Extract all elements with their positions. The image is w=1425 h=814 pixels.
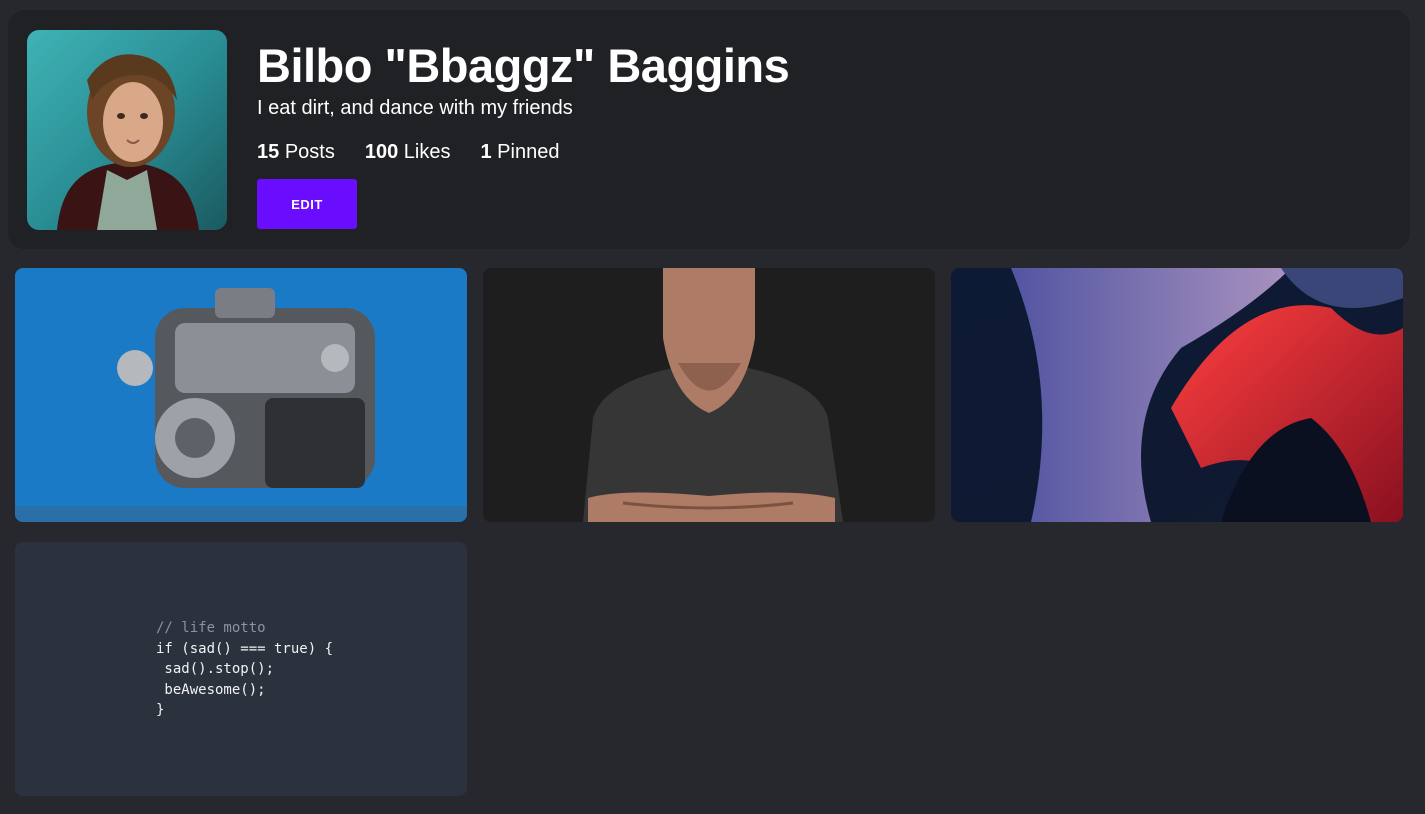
code-line: sad().stop();: [156, 661, 275, 677]
code-line: }: [156, 702, 165, 718]
stat-pinned: 1 Pinned: [480, 141, 559, 164]
stat-posts: 15 Posts: [257, 141, 335, 164]
stat-likes: 100 Likes: [365, 141, 451, 164]
edit-profile-button[interactable]: EDIT: [257, 179, 357, 229]
stat-pinned-count: 1: [480, 141, 492, 163]
post-card-person-illustration[interactable]: [483, 268, 935, 522]
stat-posts-label: Posts: [284, 141, 335, 163]
code-snippet: // life motto if (sad() === true) { sad()…: [156, 618, 333, 721]
stat-pinned-label: Pinned: [497, 141, 560, 163]
profile-header: Bilbo "Bbaggz" Baggins I eat dirt, and d…: [8, 10, 1410, 249]
post-card-abstract-art[interactable]: [951, 268, 1403, 522]
code-line: if (sad() === true) {: [156, 640, 334, 657]
profile-stats: 15 Posts 100 Likes 1 Pinned: [257, 141, 589, 164]
profile-bio: I eat dirt, and dance with my friends: [257, 97, 573, 119]
post-card-engine[interactable]: [15, 268, 467, 522]
stat-likes-count: 100: [364, 141, 399, 163]
code-line: // life motto: [156, 620, 266, 636]
stat-posts-count: 15: [257, 141, 280, 163]
profile-name: Bilbo "Bbaggz" Baggins: [257, 39, 790, 92]
profile-avatar: [27, 30, 227, 230]
post-card-code-snippet[interactable]: // life motto if (sad() === true) { sad()…: [15, 542, 467, 796]
stat-likes-label: Likes: [403, 141, 451, 163]
code-line: beAwesome();: [156, 681, 266, 698]
